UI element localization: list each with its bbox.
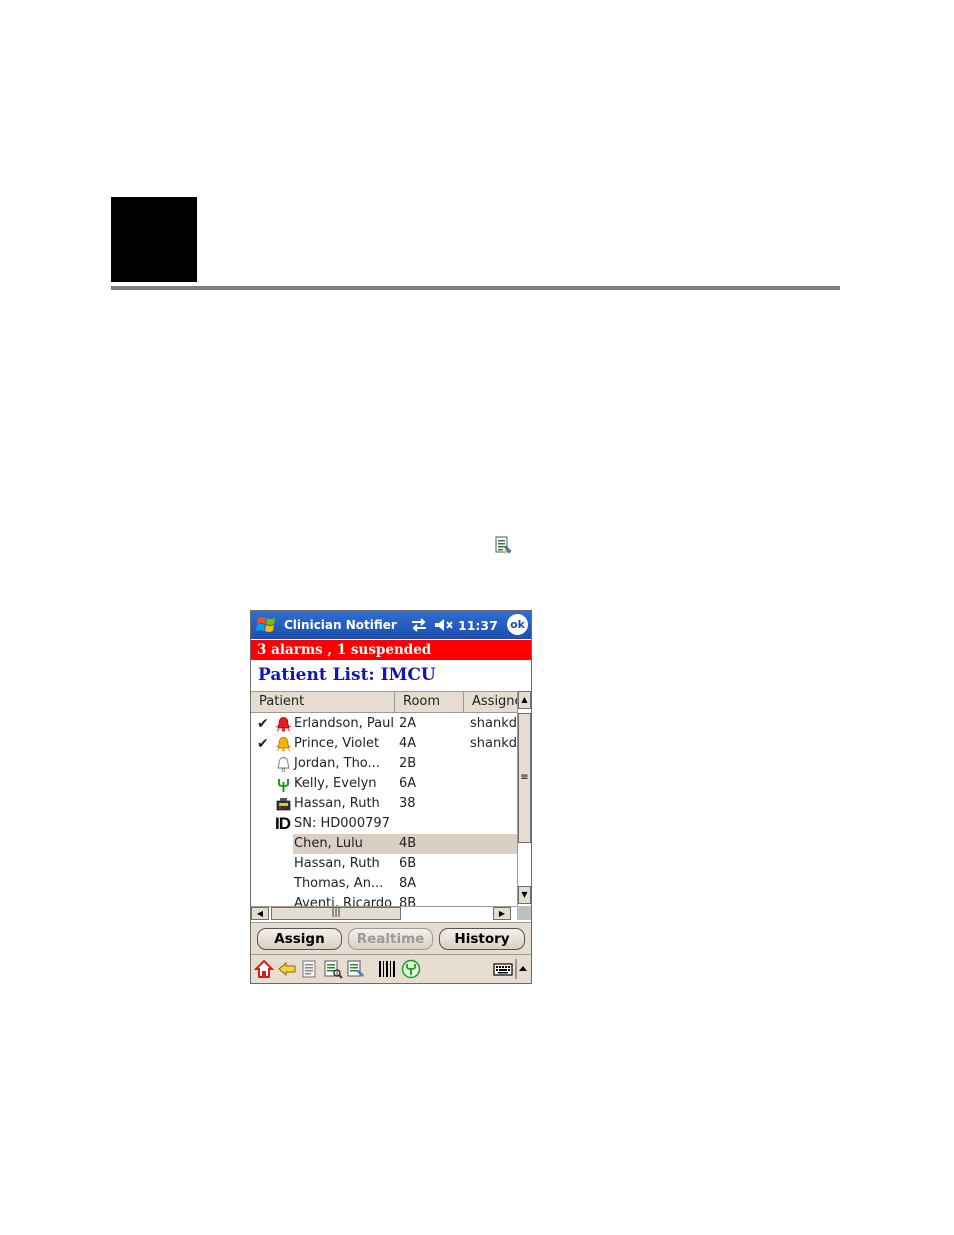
patient-room: 8B <box>399 896 417 906</box>
table-row[interactable]: Kelly, Evelyn 6A <box>251 774 517 794</box>
alarm-status-banner[interactable]: 3 alarms , 1 suspended <box>251 640 531 660</box>
acknowledged-check-icon <box>257 754 271 774</box>
windows-start-icon[interactable] <box>253 613 281 637</box>
acknowledged-check-icon <box>257 814 271 834</box>
patient-assigned <box>464 794 517 814</box>
ok-button[interactable]: ok <box>507 614 528 635</box>
home-icon[interactable] <box>254 959 274 979</box>
clock-time[interactable]: 11:37 <box>458 618 498 633</box>
patient-room: 6A <box>399 776 417 791</box>
patient-list-title: Patient List: IMCU <box>258 665 436 685</box>
patient-assigned <box>464 894 517 906</box>
bottom-toolbar <box>251 954 531 983</box>
patient-assigned <box>464 834 517 854</box>
column-header-assigned[interactable]: Assigne <box>464 692 517 712</box>
table-row[interactable]: Aventi, Ricardo 8B <box>251 894 517 906</box>
vertical-scrollbar[interactable]: ▲ ≡ ▼ <box>517 691 531 906</box>
realtime-button[interactable]: Realtime <box>348 928 433 950</box>
patient-name: Jordan, Tho... <box>294 756 380 771</box>
table-row[interactable]: Jordan, Tho... 2B <box>251 754 517 774</box>
acknowledged-check-icon <box>257 874 271 894</box>
scroll-down-arrow-icon[interactable]: ▼ <box>518 886 531 904</box>
acknowledged-check-icon <box>257 834 271 854</box>
patient-room: 38 <box>399 796 416 811</box>
patient-assigned: shankd <box>470 736 517 751</box>
acknowledged-check-icon <box>257 774 271 794</box>
patient-assigned: shankd <box>470 716 517 731</box>
patient-room <box>395 814 464 834</box>
patient-name: Hassan, Ruth <box>294 796 380 811</box>
scroll-right-arrow-icon[interactable]: ▶ <box>493 907 511 920</box>
patient-list-grid: Patient Room Assigne ✔ Erlandson, Paul 2… <box>251 691 531 922</box>
speaker-muted-icon[interactable] <box>433 616 455 634</box>
acknowledged-check-icon: ✔ <box>257 716 269 732</box>
table-row[interactable]: Hassan, Ruth 6B <box>251 854 517 874</box>
patient-room: 2B <box>399 756 417 771</box>
patient-assigned <box>464 754 517 774</box>
patient-name: Prince, Violet <box>294 736 380 751</box>
acknowledged-check-icon <box>257 894 271 906</box>
column-headers: Patient Room Assigne <box>251 691 517 713</box>
history-button[interactable]: History <box>439 928 525 950</box>
assign-button[interactable]: Assign <box>257 928 342 950</box>
app-title: Clinician Notifier <box>284 618 397 632</box>
patient-name: Kelly, Evelyn <box>294 776 377 791</box>
title-bar: Clinician Notifier 11:37 ok <box>251 611 531 639</box>
patient-assigned <box>464 774 517 794</box>
scroll-up-arrow-icon[interactable]: ▲ <box>518 691 531 709</box>
scrollbar-corner <box>517 906 531 920</box>
yellow-bell-icon <box>275 737 292 752</box>
patient-room: 6B <box>399 856 417 871</box>
monitor-device-icon <box>276 798 291 811</box>
patient-name: Hassan, Ruth <box>294 856 380 871</box>
patient-assigned <box>464 854 517 874</box>
column-header-room[interactable]: Room <box>395 692 464 712</box>
patient-name: SN: HD000797 <box>294 816 390 831</box>
table-row[interactable]: Thomas, An... 8A <box>251 874 517 894</box>
patient-name: Thomas, An... <box>294 876 384 891</box>
id-icon: ID <box>275 814 291 833</box>
back-arrow-icon[interactable] <box>277 959 297 979</box>
patient-rows: ✔ Erlandson, Paul 2A shankd ✔ Prince, Vi… <box>251 714 517 906</box>
green-lead-circle-icon[interactable] <box>401 959 421 979</box>
horizontal-scroll-thumb[interactable]: ||| <box>271 907 401 920</box>
patient-assigned <box>464 814 517 834</box>
column-header-patient[interactable]: Patient <box>251 692 395 712</box>
keyboard-icon[interactable] <box>492 959 514 979</box>
patient-name: Chen, Lulu <box>293 834 395 854</box>
chapter-marker-block <box>111 197 197 282</box>
vertical-scroll-thumb[interactable]: ≡ <box>518 713 531 843</box>
patient-room: 2A <box>399 716 417 731</box>
green-lead-icon <box>278 779 289 792</box>
action-button-bar: Assign Realtime History <box>251 922 531 954</box>
pda-screen: Clinician Notifier 11:37 ok 3 alarms , 1… <box>250 610 532 984</box>
patient-name: Aventi, Ricardo <box>294 896 393 906</box>
red-bell-icon <box>275 717 292 732</box>
patient-list-icon <box>495 536 512 554</box>
list-search-icon[interactable] <box>323 959 343 979</box>
patient-room: 4A <box>399 736 417 751</box>
list-edit-icon[interactable] <box>346 959 366 979</box>
table-row[interactable]: ✔ Erlandson, Paul 2A shankd <box>251 714 517 734</box>
outline-bell-icon <box>277 757 290 772</box>
horizontal-scrollbar[interactable]: ◀ ||| ▶ <box>251 906 517 920</box>
table-row-selected[interactable]: Chen, Lulu 4B <box>251 834 517 854</box>
table-row[interactable]: Hassan, Ruth 38 <box>251 794 517 814</box>
scroll-left-arrow-icon[interactable]: ◀ <box>251 907 269 920</box>
table-row[interactable]: ID SN: HD000797 <box>251 814 517 834</box>
patient-name: Erlandson, Paul <box>294 716 394 731</box>
list-icon[interactable] <box>300 959 320 979</box>
patient-assigned <box>464 874 517 894</box>
connectivity-icon[interactable] <box>409 616 429 634</box>
acknowledged-check-icon <box>257 854 271 874</box>
acknowledged-check-icon: ✔ <box>257 736 269 752</box>
patient-room: 8A <box>399 876 417 891</box>
menu-up-arrow-icon[interactable] <box>515 959 529 979</box>
patient-room: 4B <box>395 834 464 854</box>
barcode-icon[interactable] <box>377 959 397 979</box>
acknowledged-check-icon <box>257 794 271 814</box>
chapter-rule <box>111 286 840 290</box>
table-row[interactable]: ✔ Prince, Violet 4A shankd <box>251 734 517 754</box>
